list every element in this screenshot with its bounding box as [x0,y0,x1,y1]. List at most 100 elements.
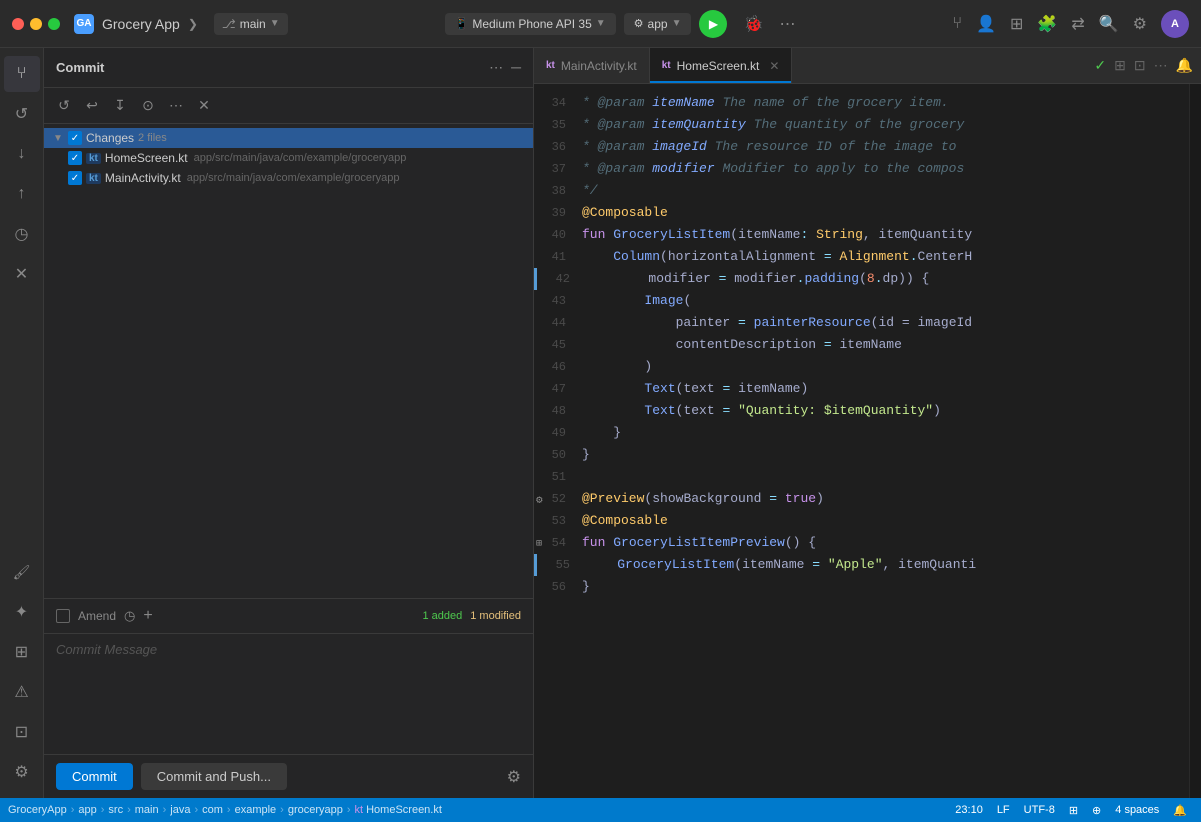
plugins-icon[interactable]: 🧩 [1037,14,1057,34]
commit-push-button[interactable]: Commit and Push... [141,763,287,790]
mainactivity-checkbox[interactable]: ✓ [68,171,82,185]
line-ending[interactable]: LF [991,804,1016,816]
minimize-window-button[interactable] [30,18,42,30]
changes-group-header[interactable]: ▼ ✓ Changes 2 files [44,128,533,148]
code-line-50: 50 } [534,444,1189,466]
amend-label: Amend [78,609,116,623]
activity-settings[interactable]: ⚙ [4,754,40,790]
zoom-icon[interactable]: ⊕ [1086,804,1107,817]
activity-push[interactable]: ↑ [4,176,40,212]
file-item-homescreen[interactable]: ✓ kt HomeScreen.kt app/src/main/java/com… [44,148,533,168]
homescreen-checkbox[interactable]: ✓ [68,151,82,165]
activity-history[interactable]: ◷ [4,216,40,252]
titlebar-center: 📱 Medium Phone API 35 ▼ ⚙ app ▼ ▶ 🐞 ⋯ [296,6,945,42]
activity-close[interactable]: ✕ [4,256,40,292]
editor-with-scrollbar: 34 * @param itemName The name of the gro… [534,84,1201,798]
bc-groceryapp[interactable]: GroceryApp [8,804,67,816]
bc-java[interactable]: java [170,804,190,816]
run-button[interactable]: ▶ [699,10,727,38]
run-config-icon[interactable]: ⊞ [1010,14,1023,34]
tab-right-icons: ✓ ⊞ ⊡ ⋯ 🔔 [1094,48,1201,83]
line-content-34: * @param itemName The name of the grocer… [582,92,1173,114]
debug-button[interactable]: 🐞 [735,6,771,42]
notification-bell[interactable]: 🔔 [1167,804,1193,817]
tab-more-icon[interactable]: ⋯ [1154,57,1168,74]
discard-toolbar-icon[interactable]: ⊙ [136,94,160,118]
activity-pull[interactable]: ↓ [4,136,40,172]
stash-toolbar-icon[interactable]: ↧ [108,94,132,118]
tab-expand-icon[interactable]: ⊞ [1114,57,1126,74]
code-line-46: 46 ) [534,356,1189,378]
code-line-45: 45 contentDescription = itemName [534,334,1189,356]
main-layout: ⑂ ↺ ↓ ↑ ◷ ✕ 🖌 ✦ ⊞ ⚠ ⊡ ⚙ Commit ⋯ ─ ↺ ↩ ↧… [0,48,1201,798]
bc-groceryapp-pkg[interactable]: groceryapp [288,804,343,816]
line-num-46: 46 [534,356,582,378]
tab-notification-icon[interactable]: 🔔 [1176,57,1193,74]
code-line-39: 39 @Composable [534,202,1189,224]
code-line-53: 53 @Composable [534,510,1189,532]
bc-src[interactable]: src [108,804,123,816]
history-amend-icon[interactable]: ◷ [124,608,135,624]
code-editor[interactable]: 34 * @param itemName The name of the gro… [534,84,1189,798]
close-toolbar-icon[interactable]: ✕ [192,94,216,118]
device-selector[interactable]: 📱 Medium Phone API 35 ▼ [445,13,616,35]
activity-source-control[interactable]: ⑂ [4,56,40,92]
diff-icon[interactable]: ⇄ [1071,14,1084,34]
code-line-40: 40 fun GroceryListItem(itemName: String,… [534,224,1189,246]
commit-button[interactable]: Commit [56,763,133,790]
amend-checkbox[interactable] [56,609,70,623]
titlebar: GA Grocery App ❯ ⎇ main ▼ 📱 Medium Phone… [0,0,1201,48]
undo-toolbar-icon[interactable]: ↩ [80,94,104,118]
tab-homescreen[interactable]: kt HomeScreen.kt ✕ [650,48,793,83]
global-search-icon[interactable]: 🔍 [1099,14,1119,34]
changes-group-checkbox[interactable]: ✓ [68,131,82,145]
close-window-button[interactable] [12,18,24,30]
more-toolbar-icon[interactable]: ⋯ [164,94,188,118]
editor-minimap[interactable] [1189,84,1201,798]
commit-settings-icon[interactable]: ⚙ [507,767,521,787]
bc-com[interactable]: com [202,804,223,816]
tab-mainactivity[interactable]: kt MainActivity.kt [534,48,650,83]
branch-selector[interactable]: ⎇ main ▼ [214,13,288,35]
indent-spaces[interactable]: 4 spaces [1109,804,1165,816]
bc-example[interactable]: example [235,804,277,816]
panel-more-icon[interactable]: ⋯ [489,59,503,76]
commit-message-area[interactable]: Commit Message [44,634,533,754]
activity-warning[interactable]: ⚠ [4,674,40,710]
line-num-48: 48 [534,400,582,422]
activity-star[interactable]: ✦ [4,594,40,630]
file-item-mainactivity[interactable]: ✓ kt MainActivity.kt app/src/main/java/c… [44,168,533,188]
activity-layers[interactable]: ⊞ [4,634,40,670]
activity-brush[interactable]: 🖌 [4,554,40,590]
build-target-selector[interactable]: ⚙ app ▼ [624,13,692,35]
cursor-position[interactable]: 23:10 [949,804,989,816]
tab-homescreen-badge: kt [662,60,671,71]
code-line-51: 51 [534,466,1189,488]
panel-minimize-icon[interactable]: ─ [511,59,521,76]
line-num-45: 45 [534,334,582,356]
activity-refresh[interactable]: ↺ [4,96,40,132]
tab-homescreen-close-icon[interactable]: ✕ [769,59,779,73]
maximize-window-button[interactable] [48,18,60,30]
editor-area: kt MainActivity.kt kt HomeScreen.kt ✕ ✓ … [534,48,1201,798]
code-line-55: 55 GroceryListItem(itemName = "Apple", i… [534,554,1189,576]
tab-split-icon[interactable]: ⊡ [1134,57,1146,74]
bc-homescreen[interactable]: kt HomeScreen.kt [355,804,442,816]
version-control-icon[interactable]: ⑂ [952,15,962,33]
line-num-35: 35 [534,114,582,136]
tab-checkmark-icon: ✓ [1094,57,1106,74]
search-icon[interactable]: 👤 [976,14,996,34]
refresh-toolbar-icon[interactable]: ↺ [52,94,76,118]
avatar[interactable]: A [1161,10,1189,38]
add-amend-icon[interactable]: + [143,607,152,625]
bc-app[interactable]: app [78,804,96,816]
bc-main[interactable]: main [135,804,159,816]
activity-bottom-icons: 🖌 ✦ ⊞ ⚠ ⊡ ⚙ [4,554,40,790]
indent-selector[interactable]: ⊞ [1063,804,1084,817]
settings-icon[interactable]: ⚙ [1133,14,1147,34]
commit-panel-header: Commit ⋯ ─ [44,48,533,88]
charset-selector[interactable]: UTF-8 [1018,804,1061,816]
code-line-34: 34 * @param itemName The name of the gro… [534,92,1189,114]
mainactivity-filename: MainActivity.kt [105,171,181,185]
activity-terminal[interactable]: ⊡ [4,714,40,750]
